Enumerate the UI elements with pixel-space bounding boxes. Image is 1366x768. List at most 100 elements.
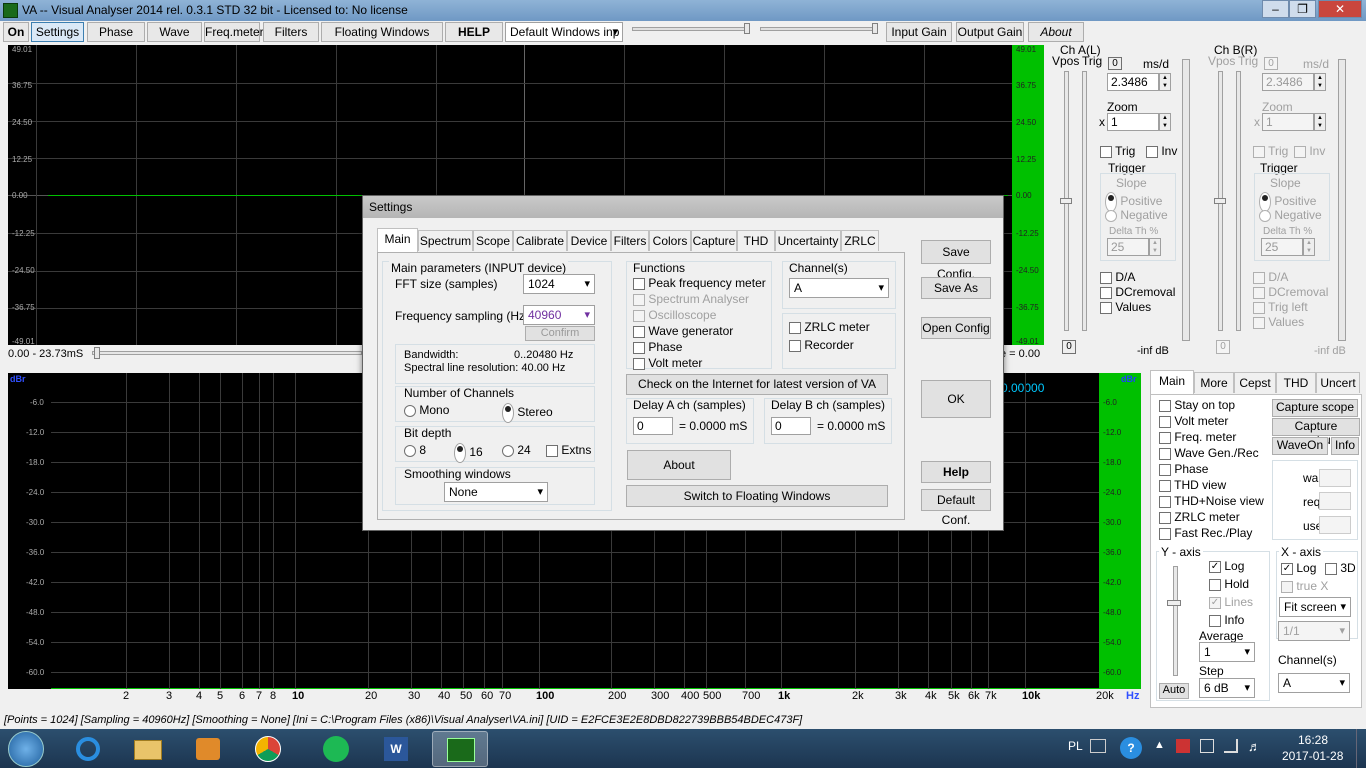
chb-inv-checkbox[interactable]: Inv — [1294, 144, 1325, 158]
tab-thd[interactable]: THD — [1276, 372, 1316, 393]
settings-tab-calibrate[interactable]: Calibrate — [513, 230, 567, 251]
cha-inv-checkbox[interactable]: Inv — [1146, 144, 1177, 158]
wave-button[interactable]: Wave — [147, 22, 202, 42]
about-dialog-button[interactable]: About — [627, 450, 731, 480]
help-tray-icon[interactable]: ? — [1120, 737, 1142, 759]
auto-button[interactable]: Auto — [1159, 683, 1189, 699]
output-gain-button[interactable]: Output Gain — [956, 22, 1024, 42]
clock-date[interactable]: 2017-01-28 — [1282, 749, 1343, 763]
cha-vpos-thumb[interactable] — [1060, 198, 1072, 204]
switch-floating-button[interactable]: Switch to Floating Windows — [626, 485, 888, 507]
settings-tab-uncertainty[interactable]: Uncertainty — [775, 230, 841, 251]
y-log-checkbox[interactable]: ✓ Log — [1209, 559, 1244, 573]
average-select[interactable]: 1 — [1199, 642, 1255, 662]
spectrum-analyser-checkbox[interactable]: Spectrum Analyser — [633, 292, 749, 306]
step-select[interactable]: 6 dB — [1199, 678, 1255, 698]
check-internet-button[interactable]: Check on the Internet for latest version… — [626, 374, 888, 395]
dialog-help-button[interactable]: Help — [921, 461, 991, 483]
dialog-channel-select[interactable]: A — [789, 278, 889, 298]
cha-zoom-spin[interactable]: ▲ ▼ — [1159, 113, 1171, 131]
settings-tab-spectrum[interactable]: Spectrum — [418, 230, 473, 251]
waveon-button[interactable]: WaveOn — [1272, 437, 1328, 455]
time-scroll-thumb[interactable] — [94, 347, 100, 359]
settings-tab-colors[interactable]: Colors — [649, 230, 691, 251]
freq-meter-checkbox[interactable]: Freq. meter — [1159, 430, 1236, 444]
wave-gen-checkbox[interactable]: Wave Gen./Rec — [1159, 446, 1259, 460]
explorer-icon[interactable] — [120, 731, 176, 767]
ratio-select[interactable]: 1/1 — [1278, 621, 1350, 641]
keyboard-icon[interactable] — [1090, 739, 1106, 753]
volume-icon[interactable]: ♬ — [1248, 739, 1261, 754]
word-icon[interactable]: W — [368, 731, 424, 767]
volt-meter-checkbox[interactable]: Volt meter — [1159, 414, 1228, 428]
device-icon[interactable] — [1200, 739, 1214, 753]
save-config-button[interactable]: Save Config. — [921, 240, 991, 281]
close-button[interactable]: ✕ — [1318, 0, 1362, 18]
language-indicator[interactable]: PL — [1068, 739, 1083, 753]
show-desktop-button[interactable] — [1356, 729, 1366, 768]
y-axis-slider-thumb[interactable] — [1167, 600, 1181, 606]
bit8-radio[interactable]: 8 — [404, 443, 426, 457]
fft-size-select[interactable]: 1024 — [523, 274, 595, 294]
clock-time[interactable]: 16:28 — [1298, 733, 1328, 747]
output-slider-track[interactable] — [632, 27, 750, 31]
cha-negative-radio[interactable]: Negative — [1105, 208, 1168, 222]
input-gain-button[interactable]: Input Gain — [886, 22, 952, 42]
peak-freq-checkbox[interactable]: Peak frequency meter — [633, 276, 766, 290]
cha-bottom-zero[interactable]: 0 — [1062, 340, 1076, 354]
smoothing-select[interactable]: None — [444, 482, 548, 502]
info-button[interactable]: Info — [1331, 437, 1359, 455]
chb-values-checkbox[interactable]: Values — [1253, 315, 1304, 329]
settings-tab-zrlc[interactable]: ZRLC — [841, 230, 879, 251]
zrlc-dialog-checkbox[interactable]: ZRLC meter — [789, 320, 870, 334]
settings-tab-capture[interactable]: Capture — [691, 230, 737, 251]
ie-icon[interactable] — [60, 731, 116, 767]
chb-trig-slider[interactable] — [1236, 71, 1241, 331]
stereo-radio[interactable]: Stereo — [502, 403, 553, 423]
chb-negative-radio[interactable]: Negative — [1259, 208, 1322, 222]
cha-zoom-input[interactable]: 1 — [1107, 113, 1159, 131]
maximize-button[interactable]: ❐ — [1289, 0, 1316, 18]
visual-analyser-icon[interactable] — [432, 731, 488, 767]
bit24-radio[interactable]: 24 — [502, 443, 531, 457]
settings-tab-thd[interactable]: THD — [737, 230, 775, 251]
network-icon[interactable] — [1224, 739, 1238, 753]
settings-button[interactable]: Settings — [31, 22, 84, 42]
confirm-button[interactable]: Confirm — [525, 326, 595, 341]
tab-main[interactable]: Main — [1150, 370, 1194, 394]
cha-values-checkbox[interactable]: Values — [1100, 300, 1151, 314]
wave-generator-checkbox[interactable]: Wave generator — [633, 324, 733, 338]
open-config-button[interactable]: Open Config — [921, 317, 991, 339]
delay-b-input[interactable]: 0 — [771, 417, 811, 435]
y-info-checkbox[interactable]: Info — [1209, 613, 1244, 627]
settings-tab-filters[interactable]: Filters — [611, 230, 649, 251]
time-scroll-track[interactable] — [92, 351, 362, 355]
cha-dcremoval-checkbox[interactable]: DCremoval — [1100, 285, 1175, 299]
chb-zoom-spin[interactable]: ▲ ▼ — [1314, 113, 1326, 131]
freq-sampling-select[interactable]: 40960 — [523, 305, 595, 325]
save-as-button[interactable]: Save As — [921, 277, 991, 299]
settings-tab-device[interactable]: Device — [567, 230, 611, 251]
about-button[interactable]: About — [1028, 22, 1084, 42]
recorder-checkbox[interactable]: Recorder — [789, 338, 854, 352]
filters-button[interactable]: Filters — [263, 22, 319, 42]
y-hold-checkbox[interactable]: Hold — [1209, 577, 1249, 591]
cha-delta-input[interactable]: 25 — [1107, 238, 1149, 256]
phase-func-checkbox[interactable]: Phase — [633, 340, 682, 354]
extns-checkbox[interactable]: Extns — [546, 443, 591, 457]
thd-view-checkbox[interactable]: THD view — [1159, 478, 1226, 492]
tab-more[interactable]: More — [1194, 372, 1234, 393]
capture-scope-button[interactable]: Capture scope — [1272, 399, 1358, 417]
capture-spectrum-button[interactable]: Capture spectrum — [1272, 418, 1360, 447]
chb-vpos-thumb[interactable] — [1214, 198, 1226, 204]
cha-ms-input[interactable]: 2.3486 — [1107, 73, 1159, 91]
start-button[interactable] — [8, 731, 44, 767]
fast-rec-checkbox[interactable]: Fast Rec./Play — [1159, 526, 1252, 540]
input-slider-thumb[interactable] — [872, 23, 878, 34]
volt-meter-func-checkbox[interactable]: Volt meter — [633, 356, 702, 370]
help-button[interactable]: HELP — [445, 22, 503, 42]
chb-ms-spin[interactable]: ▲ ▼ — [1314, 73, 1326, 91]
default-conf-button[interactable]: Default Conf. — [921, 489, 991, 527]
chb-bottom-zero[interactable]: 0 — [1216, 340, 1230, 354]
floating-windows-button[interactable]: Floating Windows mode — [321, 22, 443, 57]
